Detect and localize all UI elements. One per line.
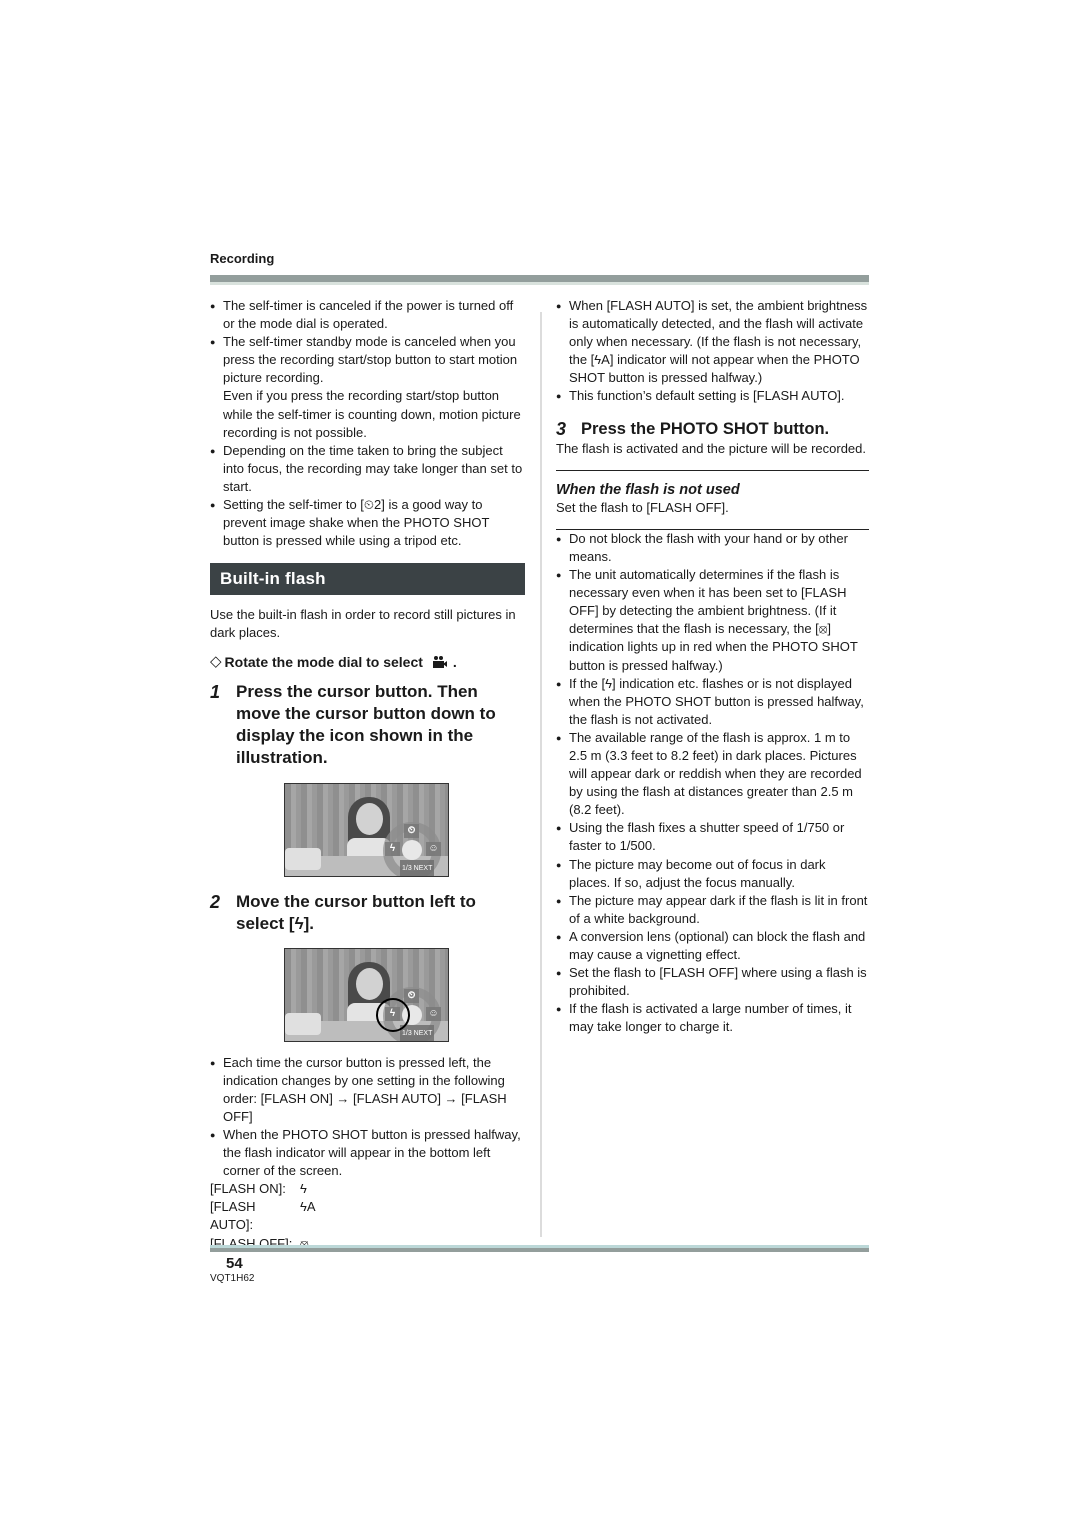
step-3: 3 Press the PHOTO SHOT button. <box>556 418 869 440</box>
page-number: 54 <box>226 1255 243 1272</box>
note-text: Set the flash to [FLASH OFF]. <box>556 499 729 515</box>
bullet-item: If the [ϟ] indication etc. flashes or is… <box>556 675 869 729</box>
bullet-continuation: Even if you press the recording start/st… <box>223 388 521 440</box>
bullet-item: The self-timer standby mode is canceled … <box>210 333 525 442</box>
illustration-screen-1: ⏲ ϟ ☺ 1/3 NEXT <box>284 782 449 877</box>
prerequisite: ◇ Rotate the mode dial to select . <box>210 653 525 671</box>
flash-mode-label: [FLASH ON]: <box>210 1181 286 1197</box>
bullet-text: The self-timer standby mode is canceled … <box>223 334 518 386</box>
step-text: Press the PHOTO SHOT button. <box>581 419 830 438</box>
bullet-item: Each time the cursor button is pressed l… <box>210 1054 525 1126</box>
note-title: When the flash is not used <box>556 481 740 498</box>
bullet-item: A conversion lens (optional) can block t… <box>556 928 869 964</box>
flash-notes: Each time the cursor button is pressed l… <box>210 1054 525 1181</box>
header-rule-accent <box>210 282 869 285</box>
flash-auto-notes: When [FLASH AUTO] is set, the ambient br… <box>556 297 869 406</box>
column-divider <box>540 312 542 1237</box>
prerequisite-suffix: . <box>452 653 457 670</box>
step-3-description: The flash is activated and the picture w… <box>556 440 867 456</box>
camera-mode-icon <box>432 655 447 668</box>
bullet-item: The unit automatically determines if the… <box>556 566 869 675</box>
subject-face <box>356 967 383 1000</box>
step-2: 2 Move the cursor button left to select … <box>210 891 525 935</box>
flash-cautions: Do not block the flash with your hand or… <box>556 530 869 1037</box>
cursor-center <box>402 839 422 860</box>
section-label: Recording <box>210 251 275 266</box>
step-number: 3 <box>556 418 567 439</box>
step-number: 2 <box>210 891 221 912</box>
bullet-item: Set the flash to [FLASH OFF] where using… <box>556 964 869 1000</box>
left-column: The self-timer is canceled if the power … <box>210 297 525 1253</box>
self-timer-icon: ⏲ <box>404 988 419 1003</box>
bullet-item: Using the flash fixes a shutter speed of… <box>556 819 869 855</box>
header-rule <box>210 275 869 282</box>
bullet-item: Depending on the time taken to bring the… <box>210 442 525 496</box>
flash-mode-row: [FLASH AUTO]: ϟA <box>210 1198 525 1234</box>
step-text: Press the cursor button. Then move the c… <box>236 681 496 767</box>
document-code: VQT1H62 <box>210 1273 255 1284</box>
flash-mode-row: [FLASH ON]: ϟ <box>210 1180 525 1198</box>
self-timer-notes: The self-timer is canceled if the power … <box>210 297 525 550</box>
prerequisite-text: Rotate the mode dial to select <box>224 653 423 670</box>
flash-mode-label: [FLASH AUTO]: <box>210 1199 256 1233</box>
page-indicator: 1/3 NEXT <box>400 859 435 876</box>
bullet-item: Do not block the flash with your hand or… <box>556 530 869 566</box>
bullet-item: Setting the self-timer to [⏲2] is a good… <box>210 496 525 550</box>
right-column: When [FLASH AUTO] is set, the ambient br… <box>556 297 869 1036</box>
self-timer-icon: ⏲ <box>404 823 419 838</box>
face-icon: ☺ <box>426 1006 441 1021</box>
bullet-item: The picture may appear dark if the flash… <box>556 892 869 928</box>
step-text: Move the cursor button left to select [ϟ… <box>236 891 476 933</box>
subject-face <box>356 802 383 835</box>
bullet-item: When [FLASH AUTO] is set, the ambient br… <box>556 297 869 387</box>
intro-text: Use the built-in flash in order to recor… <box>210 607 516 641</box>
flash-auto-icon: ϟA <box>300 1199 316 1215</box>
face-icon: ☺ <box>426 841 441 856</box>
note-rule-top <box>556 469 869 471</box>
section-title-banner: Built-in flash <box>210 563 525 596</box>
bullet-item: The available range of the flash is appr… <box>556 729 869 819</box>
flash-on-icon: ϟ <box>300 1181 307 1197</box>
bullet-item: The self-timer is canceled if the power … <box>210 297 525 333</box>
step-1: 1 Press the cursor button. Then move the… <box>210 681 525 769</box>
illustration-screen-2: ⏲ ϟ ☺ 1/3 NEXT <box>284 947 449 1042</box>
flash-mode-list: [FLASH ON]: ϟ [FLASH AUTO]: ϟA [FLASH OF… <box>210 1180 525 1252</box>
page-indicator: 1/3 NEXT <box>400 1024 435 1041</box>
selection-highlight <box>376 997 410 1032</box>
diamond-icon: ◇ <box>210 652 222 670</box>
bullet-item: When the PHOTO SHOT button is pressed ha… <box>210 1126 525 1180</box>
flash-icon: ϟ <box>385 841 400 856</box>
bullet-item: If the flash is activated a large number… <box>556 1000 869 1036</box>
bullet-item: The picture may become out of focus in d… <box>556 856 869 892</box>
footer-rule <box>210 1248 869 1252</box>
bullet-item: This function’s default setting is [FLAS… <box>556 387 869 405</box>
step-number: 1 <box>210 681 221 702</box>
